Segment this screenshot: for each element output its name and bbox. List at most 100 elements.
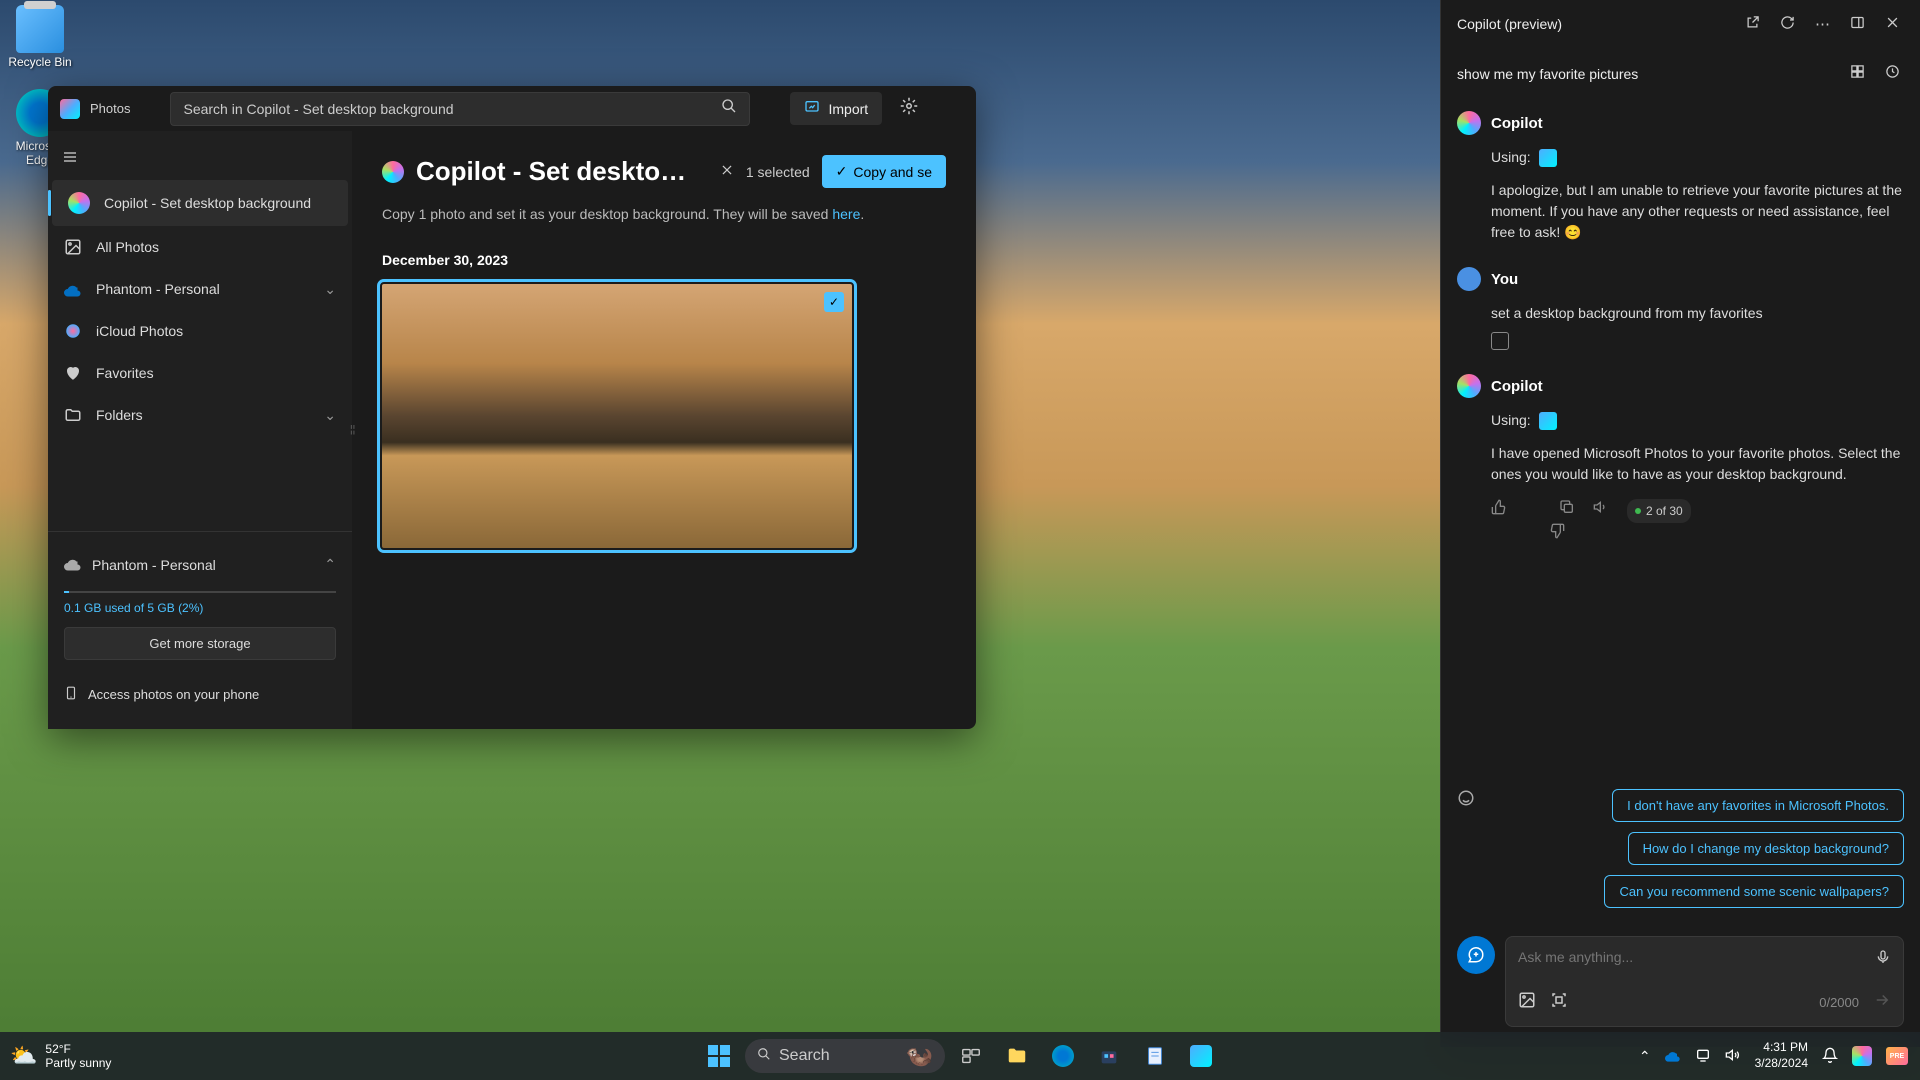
here-link[interactable]: here xyxy=(832,206,860,222)
photos-app-window: Photos Import Copilot - Set desktop back… xyxy=(48,86,976,729)
message-text: I apologize, but I am unable to retrieve… xyxy=(1491,180,1904,243)
photos-icon xyxy=(1190,1045,1212,1067)
volume-tray-icon[interactable] xyxy=(1725,1047,1741,1066)
task-view-button[interactable] xyxy=(951,1036,991,1076)
message-copilot-2: Copilot Using: I have opened Microsoft P… xyxy=(1457,374,1904,523)
clear-selection-button[interactable] xyxy=(720,163,734,180)
message-copilot-1: Copilot Using: I apologize, but I am una… xyxy=(1457,111,1904,243)
hamburger-button[interactable] xyxy=(48,139,92,180)
sender-name: Copilot xyxy=(1491,378,1543,395)
settings-button[interactable] xyxy=(892,89,926,128)
photos-taskbar-button[interactable] xyxy=(1181,1036,1221,1076)
taskbar-search-label: Search xyxy=(779,1047,830,1065)
count-text: 2 of 30 xyxy=(1646,502,1683,520)
get-storage-button[interactable]: Get more storage xyxy=(64,627,336,660)
speaker-icon[interactable] xyxy=(1593,499,1609,523)
dock-icon[interactable] xyxy=(1846,11,1869,38)
gallery-icon xyxy=(64,238,82,256)
copilot-icon xyxy=(1852,1046,1872,1066)
import-icon xyxy=(804,99,820,118)
chevron-down-icon: ⌄ xyxy=(324,281,336,298)
copilot-icon xyxy=(382,161,404,183)
heart-icon xyxy=(64,364,82,382)
taskbar: ⛅ 52°F Partly sunny Search 🦦 xyxy=(0,1032,1920,1080)
selection-count: 1 selected xyxy=(746,164,810,180)
chat-input-box[interactable]: 0/2000 xyxy=(1505,936,1904,1027)
start-button[interactable] xyxy=(699,1036,739,1076)
copy-icon[interactable] xyxy=(1559,499,1575,523)
copy-and-set-button[interactable]: ✓ Copy and se xyxy=(822,155,946,188)
photo-selected-checkmark[interactable]: ✓ xyxy=(824,292,844,312)
message-text: set a desktop background from my favorit… xyxy=(1491,303,1904,324)
copy-icon[interactable] xyxy=(1491,332,1509,350)
copilot-icon xyxy=(68,192,90,214)
store-button[interactable] xyxy=(1089,1036,1129,1076)
image-attach-icon[interactable] xyxy=(1518,991,1536,1014)
copilot-pre-tray[interactable]: PRE xyxy=(1886,1047,1908,1065)
suggestion-2[interactable]: How do I change my desktop background? xyxy=(1628,832,1904,865)
network-tray-icon[interactable] xyxy=(1695,1047,1711,1066)
photo-thumbnail[interactable]: ✓ xyxy=(382,284,852,548)
notepad-button[interactable] xyxy=(1135,1036,1175,1076)
copilot-header: Copilot (preview) ⋯ xyxy=(1441,0,1920,48)
conversation: Copilot Using: I apologize, but I am una… xyxy=(1441,99,1920,789)
nav-onedrive[interactable]: Phantom - Personal ⌄ xyxy=(48,268,352,310)
close-icon[interactable] xyxy=(1881,11,1904,38)
nav-folders-label: Folders xyxy=(96,407,143,423)
send-icon[interactable] xyxy=(1873,991,1891,1014)
history-icon[interactable] xyxy=(1881,60,1904,87)
nav-icloud[interactable]: iCloud Photos xyxy=(48,310,352,352)
sidebar-drag-handle[interactable]: ¦¦ xyxy=(350,425,355,436)
onedrive-tray-icon[interactable] xyxy=(1665,1047,1681,1066)
nav-copilot-task[interactable]: Copilot - Set desktop background xyxy=(52,180,348,226)
clock[interactable]: 4:31 PM 3/28/2024 xyxy=(1755,1040,1808,1071)
grid-icon[interactable] xyxy=(1846,60,1869,87)
photos-sidebar: Copilot - Set desktop background All Pho… xyxy=(48,131,352,729)
photos-search-input[interactable] xyxy=(183,101,721,117)
feedback-icon[interactable] xyxy=(1457,789,1475,812)
new-topic-button[interactable] xyxy=(1457,936,1495,974)
like-icon[interactable] xyxy=(1491,499,1507,523)
nav-folders[interactable]: Folders ⌄ xyxy=(48,394,352,436)
scan-icon[interactable] xyxy=(1550,991,1568,1014)
photos-search-box[interactable] xyxy=(170,92,750,126)
photos-title: Photos xyxy=(90,101,130,116)
suggestion-3[interactable]: Can you recommend some scenic wallpapers… xyxy=(1604,875,1904,908)
copilot-tray-button[interactable] xyxy=(1852,1046,1872,1066)
temperature: 52°F xyxy=(45,1042,111,1056)
char-count: 0/2000 xyxy=(1819,995,1859,1010)
search-highlight-icon: 🦦 xyxy=(906,1043,933,1069)
search-icon xyxy=(757,1047,771,1066)
response-count-badge[interactable]: 2 of 30 xyxy=(1627,499,1691,523)
tray-chevron[interactable]: ⌃ xyxy=(1639,1048,1651,1065)
storage-account-toggle[interactable]: Phantom - Personal ⌃ xyxy=(64,548,336,581)
sender-name: You xyxy=(1491,271,1518,288)
notifications-button[interactable] xyxy=(1822,1047,1838,1066)
access-phone-link[interactable]: Access photos on your phone xyxy=(64,676,336,713)
storage-usage-text: 0.1 GB used of 5 GB (2%) xyxy=(64,601,336,615)
recycle-bin-icon xyxy=(16,5,64,53)
using-label: Using: xyxy=(1491,147,1531,168)
more-icon[interactable]: ⋯ xyxy=(1811,11,1834,37)
edge-icon xyxy=(1052,1045,1074,1067)
refresh-icon[interactable] xyxy=(1776,11,1799,38)
nav-copilot-label: Copilot - Set desktop background xyxy=(104,195,311,211)
suggestion-1[interactable]: I don't have any favorites in Microsoft … xyxy=(1612,789,1904,822)
search-icon[interactable] xyxy=(721,98,737,119)
open-external-icon[interactable] xyxy=(1741,11,1764,38)
nav-favorites[interactable]: Favorites xyxy=(48,352,352,394)
import-button[interactable]: Import xyxy=(790,92,882,125)
edge-taskbar-button[interactable] xyxy=(1043,1036,1083,1076)
photos-main-content: ¦¦ Copilot - Set deskto… 1 selected ✓ Co… xyxy=(352,131,976,729)
recycle-bin[interactable]: Recycle Bin xyxy=(5,5,75,69)
dislike-icon[interactable] xyxy=(1525,499,1541,523)
cloud-icon xyxy=(64,554,82,575)
nav-all-photos[interactable]: All Photos xyxy=(48,226,352,268)
nav-onedrive-label: Phantom - Personal xyxy=(96,281,220,297)
access-phone-label: Access photos on your phone xyxy=(88,687,259,702)
chat-input[interactable] xyxy=(1518,949,1891,965)
weather-widget[interactable]: ⛅ 52°F Partly sunny xyxy=(0,1042,121,1071)
microphone-icon[interactable] xyxy=(1875,949,1891,970)
taskbar-search[interactable]: Search 🦦 xyxy=(745,1039,945,1073)
file-explorer-button[interactable] xyxy=(997,1036,1037,1076)
